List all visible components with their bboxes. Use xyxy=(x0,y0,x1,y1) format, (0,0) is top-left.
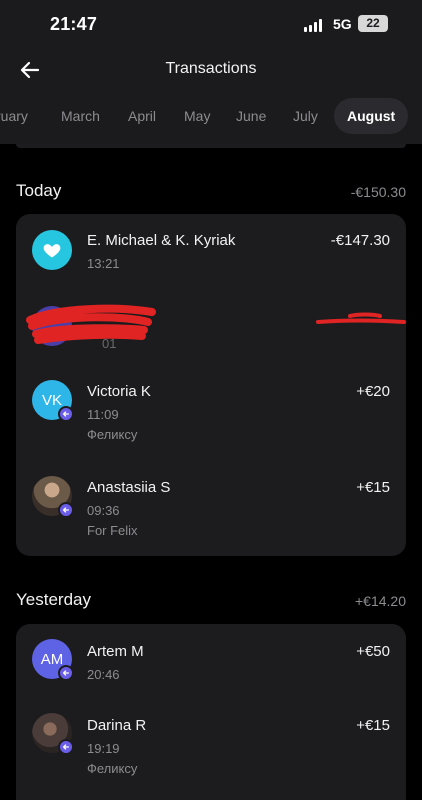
tab-february[interactable]: ruary xyxy=(0,98,28,134)
transaction-name: Darina R xyxy=(87,717,147,734)
avatar xyxy=(32,230,72,270)
transaction-time: 13:21 xyxy=(87,256,120,271)
transactions-card-today: E. Michael & K. Kyriak 13:21 -€147.30 01… xyxy=(16,214,406,556)
tab-july[interactable]: July xyxy=(293,98,318,134)
previous-card-edge xyxy=(16,144,406,148)
transaction-amount: +€15 xyxy=(356,479,390,496)
transaction-name: Victoria K xyxy=(87,383,151,400)
transaction-amount: +€15 xyxy=(356,717,390,734)
incoming-transfer-icon xyxy=(58,406,74,422)
heart-icon xyxy=(43,244,61,258)
month-tabs: ruary March April May June July August xyxy=(0,98,422,134)
section-header-yesterday: Yesterday +€14.20 xyxy=(16,590,406,614)
section-total: +€14.20 xyxy=(355,593,406,609)
app-header: Transactions ruary March April May June … xyxy=(0,48,422,144)
transaction-row[interactable]: E. Michael & K. Kyriak 13:21 -€147.30 xyxy=(16,214,406,304)
tab-june[interactable]: June xyxy=(236,98,266,134)
transaction-amount: +€50 xyxy=(356,643,390,660)
section-header-today: Today -€150.30 xyxy=(16,181,406,205)
transaction-note: For Felix xyxy=(87,523,138,538)
incoming-transfer-icon xyxy=(58,739,74,755)
battery-icon: 22 xyxy=(358,15,388,32)
section-total: -€150.30 xyxy=(350,184,406,200)
incoming-transfer-icon xyxy=(58,502,74,518)
transaction-name: E. Michael & K. Kyriak xyxy=(87,232,236,249)
status-time: 21:47 xyxy=(50,14,98,34)
transaction-time: 20:46 xyxy=(87,667,120,682)
transaction-time: 09:36 xyxy=(87,503,120,518)
transaction-row[interactable]: Darina R 19:19 Феликсу +€15 xyxy=(16,700,406,790)
redaction-scribble xyxy=(26,304,156,344)
transaction-amount: +€20 xyxy=(356,383,390,400)
redaction-scribble xyxy=(316,312,406,324)
transaction-row[interactable]: Anastasiia S 09:36 For Felix +€15 xyxy=(16,474,406,556)
transaction-time: 11:09 xyxy=(87,407,119,422)
tab-may[interactable]: May xyxy=(184,98,210,134)
page-title: Transactions xyxy=(165,60,257,77)
transaction-note: Феликсу xyxy=(87,427,138,442)
tab-april[interactable]: April xyxy=(128,98,156,134)
transaction-name: Artem M xyxy=(87,643,144,660)
transaction-time: 19:19 xyxy=(87,741,120,756)
transactions-card-yesterday: AM Artem M 20:46 +€50 Darina R 19:19 Фел… xyxy=(16,624,406,800)
tab-august[interactable]: August xyxy=(334,98,409,134)
section-title: Yesterday xyxy=(16,590,91,609)
network-type: 5G xyxy=(333,16,352,32)
section-title: Today xyxy=(16,181,62,200)
incoming-transfer-icon xyxy=(58,665,74,681)
transaction-amount: -€147.30 xyxy=(330,232,390,249)
transaction-name: Anastasiia S xyxy=(87,479,171,496)
transaction-row[interactable]: VK Victoria K 11:09 Феликсу +€20 xyxy=(16,378,406,468)
transaction-note: Феликсу xyxy=(87,761,138,776)
tab-march[interactable]: March xyxy=(61,98,100,134)
transactions-list[interactable]: Today -€150.30 E. Michael & K. Kyriak 13… xyxy=(0,144,422,800)
status-bar: 21:47 5G 22 xyxy=(0,0,422,48)
signal-icon xyxy=(304,18,322,32)
